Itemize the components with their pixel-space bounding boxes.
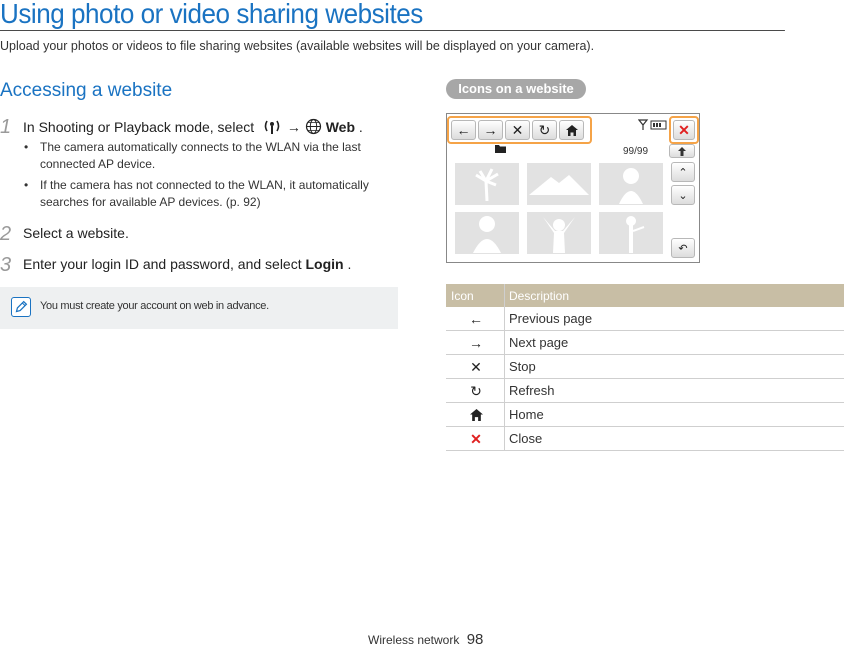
thumbnail — [455, 212, 519, 254]
arrow-right-icon: → — [478, 120, 503, 140]
stop-icon: ✕ — [505, 120, 530, 140]
note-box: You must create your account on web in a… — [0, 287, 398, 329]
home-icon — [446, 403, 506, 427]
scroll-down-icon: ⌄ — [671, 185, 695, 205]
row-description: Refresh — [509, 383, 555, 398]
file-counter: 99/99 — [623, 146, 649, 157]
home-icon — [559, 120, 584, 140]
upload-icon — [669, 144, 695, 158]
signal-battery-icon — [638, 119, 667, 130]
wireless-mode-icon — [264, 120, 280, 134]
thumbnail — [455, 163, 519, 205]
bullet-text: The camera automatically connects to the… — [40, 140, 361, 171]
step-1-text: In Shooting or Playback mode, select — [23, 119, 255, 135]
step-number: 1 — [0, 116, 12, 138]
thumbnail — [599, 212, 663, 254]
header-icon: Icon — [451, 289, 474, 303]
close-icon: ✕ — [673, 120, 695, 140]
row-description: Next page — [509, 335, 569, 350]
page-footer: Wireless network 98 — [368, 631, 483, 646]
header-description: Description — [509, 289, 570, 303]
close-icon: ✕ — [470, 430, 482, 447]
table-row: ← Previous page — [446, 307, 844, 331]
page-subtitle: Upload your photos or videos to file sha… — [0, 39, 595, 53]
table-row: ↻ Refresh — [446, 379, 844, 403]
step-text: Enter your login ID and password, and se… — [23, 256, 351, 272]
table-row: ✕ Stop — [446, 355, 844, 379]
icons-heading: Icons on a website — [446, 79, 586, 99]
row-description: Home — [509, 407, 544, 422]
row-description: Close — [509, 431, 543, 446]
bullet-dot: • — [24, 178, 29, 192]
table-column-divider — [504, 284, 505, 450]
bullet-dot: • — [24, 140, 29, 154]
arrow-left-icon: ← — [469, 311, 483, 327]
section-heading-accessing: Accessing a website — [0, 80, 173, 101]
web-label: Web — [325, 119, 356, 135]
step-text: In Shooting or Playback mode, select → W… — [23, 118, 363, 136]
camera-screen-illustration: ← → ✕ ↻ ✕ 99/99 ⌃ ⌄ ↶ — [446, 113, 700, 263]
icon-table: Icon Description ← Previous page → Next … — [446, 284, 844, 451]
table-row: Home — [446, 403, 844, 427]
bullet-item: • If the camera has not connected to the… — [24, 177, 399, 211]
row-description: Previous page — [509, 311, 593, 326]
bullet-item: • The camera automatically connects to t… — [24, 139, 399, 173]
arrow-right-icon: → — [469, 335, 483, 351]
globe-icon — [305, 118, 321, 135]
step-number: 2 — [0, 223, 12, 245]
step-1-end: . — [358, 119, 363, 135]
table-row: → Next page — [446, 331, 844, 355]
arrow-symbol: → — [286, 119, 301, 135]
table-header: Icon Description — [446, 284, 844, 307]
step-3-text: Enter your login ID and password, and se… — [23, 256, 302, 272]
page-number: 98 — [466, 631, 484, 646]
thumbnail — [527, 212, 591, 254]
page-title: Using photo or video sharing websites — [0, 0, 785, 31]
note-text: You must create your account on web in a… — [40, 300, 269, 312]
refresh-icon: ↻ — [532, 120, 557, 140]
bullet-text: If the camera has not connected to the W… — [40, 178, 369, 209]
thumbnail — [599, 163, 663, 205]
login-label: Login — [305, 256, 344, 272]
refresh-icon: ↻ — [470, 382, 482, 399]
thumbnail — [527, 163, 591, 205]
step-text: Select a website. — [23, 225, 129, 241]
back-icon: ↶ — [671, 238, 695, 258]
note-pencil-icon — [11, 297, 31, 317]
step-number: 3 — [0, 254, 12, 276]
row-description: Stop — [509, 359, 536, 374]
stop-icon: ✕ — [470, 358, 482, 375]
scroll-up-icon: ⌃ — [671, 162, 695, 182]
step-3-end: . — [347, 256, 352, 272]
arrow-left-icon: ← — [451, 120, 476, 140]
folder-icon — [495, 145, 506, 153]
table-row: ✕ Close — [446, 427, 844, 451]
footer-section: Wireless network — [368, 633, 460, 646]
